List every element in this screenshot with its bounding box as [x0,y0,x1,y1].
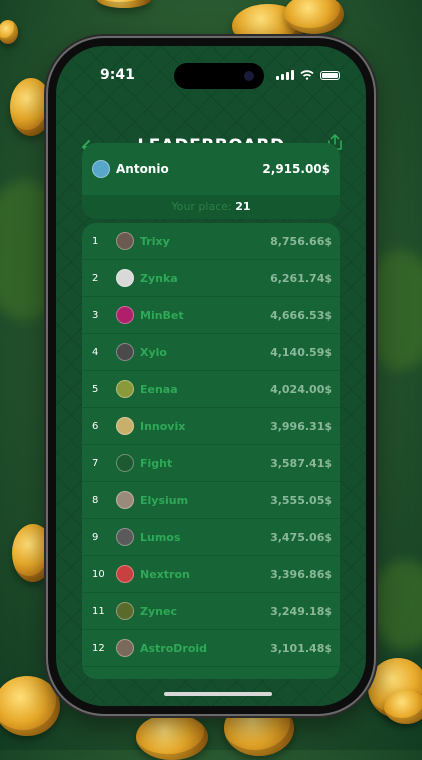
avatar [116,639,134,657]
player-score: 3,475.06$ [270,530,332,544]
rank-number: 2 [92,272,99,284]
leaderboard-row[interactable]: 2 Zynka 6,261.74$ [82,260,340,297]
player-name: Eenaa [140,382,178,396]
avatar [116,269,134,287]
player-score: 3,249.18$ [270,604,332,618]
leaderboard-row[interactable]: 6 Innovix 3,996.31$ [82,408,340,445]
coin-decoration [284,0,344,34]
my-score: 2,915.00$ [262,162,330,176]
rank-number: 3 [92,309,99,321]
player-score: 4,024.00$ [270,382,332,396]
player-name: Fight [140,456,173,470]
leaderboard-row[interactable]: 1 Trixy 8,756.66$ [82,223,340,260]
player-score: 3,101.48$ [270,641,332,655]
player-name: Xylo [140,345,167,359]
coin-decoration [10,78,52,136]
leaderboard-row[interactable]: 10 Nextron 3,396.86$ [82,556,340,593]
player-score: 3,555.05$ [270,493,332,507]
status-time: 9:41 [100,67,135,83]
avatar [116,417,134,435]
my-row: Antonio 2,915.00$ [82,143,340,195]
avatar [116,380,134,398]
battery-icon [320,70,340,80]
status-icons [276,70,340,80]
rank-number: 10 [92,568,105,580]
avatar [116,306,134,324]
leaderboard-row[interactable]: 9 Lumos 3,475.06$ [82,519,340,556]
avatar [116,491,134,509]
avatar [116,454,134,472]
player-name: MinBet [140,308,184,322]
rank-number: 6 [92,420,99,432]
leaderboard-row[interactable]: 11 Zynec 3,249.18$ [82,593,340,630]
phone-frame: 9:41 LEADERBOARD Antonio 2,915.00$ [48,38,374,714]
wifi-icon [300,70,314,80]
avatar [116,232,134,250]
coin-decoration [136,714,208,760]
leaderboard-row[interactable]: 8 Elysium 3,555.05$ [82,482,340,519]
player-score: 3,587.41$ [270,456,332,470]
rank-number: 1 [92,235,99,247]
leaderboard-row[interactable]: 4 Xylo 4,140.59$ [82,334,340,371]
avatar [116,528,134,546]
cellular-signal-icon [276,70,294,80]
player-score: 6,261.74$ [270,271,332,285]
leaderboard-row[interactable]: 5 Eenaa 4,024.00$ [82,371,340,408]
rank-number: 9 [92,531,99,543]
player-name: Zynka [140,271,178,285]
rank-number: 4 [92,346,99,358]
my-place: Your place: 21 [82,195,340,219]
leaderboard-row[interactable]: 3 MinBet 4,666.53$ [82,297,340,334]
coin-decoration [384,690,422,724]
rank-number: 7 [92,457,99,469]
player-name: Innovix [140,419,186,433]
my-rank-card: Antonio 2,915.00$ Your place: 21 [82,143,340,219]
leaderboard-row[interactable]: 12 AstroDroid 3,101.48$ [82,630,340,667]
rank-number: 12 [92,642,105,654]
leaderboard-row[interactable]: 7 Fight 3,587.41$ [82,445,340,482]
my-place-value: 21 [235,200,251,213]
player-score: 4,666.53$ [270,308,332,322]
coin-decoration [96,0,152,8]
player-score: 3,396.86$ [270,567,332,581]
player-score: 8,756.66$ [270,234,332,248]
coin-decoration [0,676,60,736]
player-name: AstroDroid [140,641,208,655]
coin-decoration [368,658,422,718]
leaderboard-list[interactable]: 1 Trixy 8,756.66$ 2 Zynka 6,261.74$ 3 MinBet 4,6… [82,223,340,679]
home-indicator [164,692,272,696]
player-name: Lumos [140,530,181,544]
app-screen: 9:41 LEADERBOARD Antonio 2,915.00$ [56,46,366,706]
my-name: Antonio [116,162,169,176]
rank-number: 8 [92,494,99,506]
rank-number: 11 [92,605,105,617]
coin-decoration [0,20,18,44]
player-name: Elysium [140,493,189,507]
dynamic-island [174,63,264,89]
avatar [116,343,134,361]
avatar [92,160,110,178]
player-name: Nextron [140,567,190,581]
player-score: 3,996.31$ [270,419,332,433]
player-score: 4,140.59$ [270,345,332,359]
avatar [116,602,134,620]
rank-number: 5 [92,383,99,395]
avatar [116,565,134,583]
player-name: Trixy [140,234,170,248]
my-place-label: Your place: [171,200,232,213]
player-name: Zynec [140,604,177,618]
